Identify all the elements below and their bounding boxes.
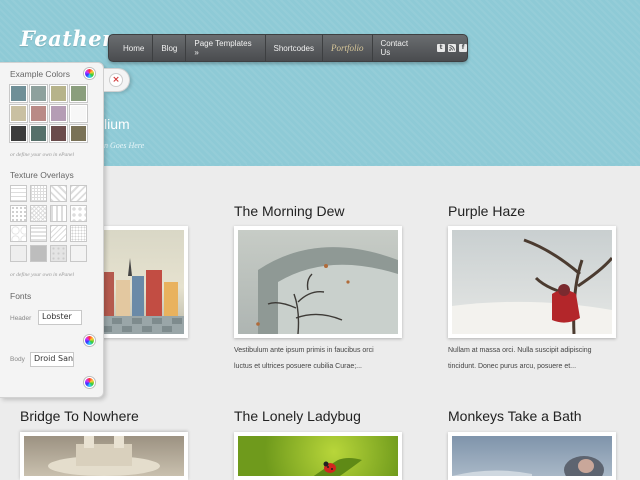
textures-note: or define your own in ePanel — [10, 272, 75, 278]
excerpt-line: luctus et ultrices posuere cubilia Curae… — [234, 363, 363, 370]
post-excerpt-purple-haze: Nullam at massa orci. Nulla suscipit adi… — [448, 343, 633, 375]
nav-page-templates[interactable]: Page Templates » — [186, 35, 266, 61]
nav-shortcodes[interactable]: Shortcodes — [266, 35, 323, 61]
post-thumbnail-bridge[interactable] — [20, 432, 188, 480]
texture-swatch[interactable] — [70, 205, 87, 222]
colors-note: or define your own in ePanel — [10, 152, 75, 158]
ladybug-illustration — [313, 458, 362, 476]
color-swatch[interactable] — [30, 105, 47, 122]
color-swatch[interactable] — [50, 125, 67, 142]
color-swatches — [10, 85, 87, 142]
site-logo[interactable]: Feather — [20, 26, 114, 51]
arch-tree-illustration — [256, 247, 398, 334]
color-swatch[interactable] — [10, 85, 27, 102]
monkeys-illustration — [452, 456, 604, 476]
texture-swatch[interactable] — [30, 185, 47, 202]
nav-blog[interactable]: Blog — [153, 35, 187, 61]
texture-swatch[interactable] — [10, 185, 27, 202]
color-swatch[interactable] — [50, 85, 67, 102]
castle-illustration — [48, 436, 160, 476]
texture-swatch[interactable] — [50, 225, 67, 242]
texture-swatch[interactable] — [10, 225, 27, 242]
close-icon[interactable]: × — [109, 73, 123, 87]
post-title-purple-haze[interactable]: Purple Haze — [448, 203, 525, 219]
hero-title: lium — [104, 116, 130, 132]
header-font-input[interactable]: Lobster — [38, 310, 82, 325]
body-font-input[interactable]: Droid Sans — [30, 352, 74, 367]
header-font-label: Header — [10, 315, 32, 322]
texture-swatch[interactable] — [30, 205, 47, 222]
nav-portfolio[interactable]: Portfolio — [323, 35, 373, 61]
hero-subtitle: n Goes Here — [104, 141, 145, 150]
color-swatch[interactable] — [10, 125, 27, 142]
rss-icon[interactable] — [448, 44, 456, 52]
color-swatch[interactable] — [70, 125, 87, 142]
texture-swatch[interactable] — [10, 245, 27, 262]
excerpt-line: Nullam at massa orci. Nulla suscipit adi… — [448, 347, 592, 354]
post-title-morning-dew[interactable]: The Morning Dew — [234, 203, 345, 219]
color-swatch[interactable] — [50, 105, 67, 122]
post-title-lonely-ladybug[interactable]: The Lonely Ladybug — [234, 408, 361, 424]
texture-swatches — [10, 185, 87, 262]
tree-sack-illustration — [452, 238, 612, 334]
texture-swatch[interactable] — [10, 205, 27, 222]
body-font-label: Body — [10, 356, 25, 363]
nav-contact-us[interactable]: Contact Us — [373, 35, 428, 61]
main-nav: Home Blog Page Templates » Shortcodes Po… — [108, 34, 468, 62]
color-swatch[interactable] — [70, 85, 87, 102]
color-swatch[interactable] — [30, 125, 47, 142]
post-excerpt-morning-dew: Vestibulum ante ipsum primis in faucibus… — [234, 343, 419, 375]
color-wheel-icon[interactable] — [84, 68, 95, 79]
post-title-monkeys-take-a-bath[interactable]: Monkeys Take a Bath — [448, 408, 582, 424]
fonts-title: Fonts — [10, 291, 32, 301]
panel-toggle-tab: × — [104, 68, 130, 92]
post-thumbnail-monkeys[interactable] — [448, 432, 616, 480]
excerpt-line: tincidunt. Donec purus arcu, posuere et.… — [448, 363, 577, 370]
color-swatch[interactable] — [10, 105, 27, 122]
texture-swatch[interactable] — [30, 245, 47, 262]
header-font-color-wheel-icon[interactable] — [84, 335, 95, 346]
excerpt-line: Vestibulum ante ipsum primis in faucibus… — [234, 347, 374, 354]
color-swatch[interactable] — [30, 85, 47, 102]
texture-swatch[interactable] — [50, 245, 67, 262]
texture-swatch[interactable] — [70, 245, 87, 262]
post-title-bridge-to-nowhere[interactable]: Bridge To Nowhere — [20, 408, 139, 424]
twitter-icon[interactable]: t — [437, 44, 445, 52]
facebook-icon[interactable]: f — [459, 44, 467, 52]
example-colors-title: Example Colors — [10, 69, 70, 79]
texture-swatch[interactable] — [30, 225, 47, 242]
social-icons: t f — [437, 44, 467, 52]
nav-home[interactable]: Home — [115, 35, 154, 61]
texture-swatch[interactable] — [50, 205, 67, 222]
post-thumbnail-morning-dew[interactable] — [234, 226, 402, 338]
body-font-color-wheel-icon[interactable] — [84, 377, 95, 388]
texture-swatch[interactable] — [50, 185, 67, 202]
texture-overlays-title: Texture Overlays — [10, 170, 74, 180]
post-thumbnail-purple-haze[interactable] — [448, 226, 616, 338]
post-thumbnail-ladybug[interactable] — [234, 432, 402, 480]
texture-swatch[interactable] — [70, 225, 87, 242]
color-swatch[interactable] — [70, 105, 87, 122]
texture-swatch[interactable] — [70, 185, 87, 202]
